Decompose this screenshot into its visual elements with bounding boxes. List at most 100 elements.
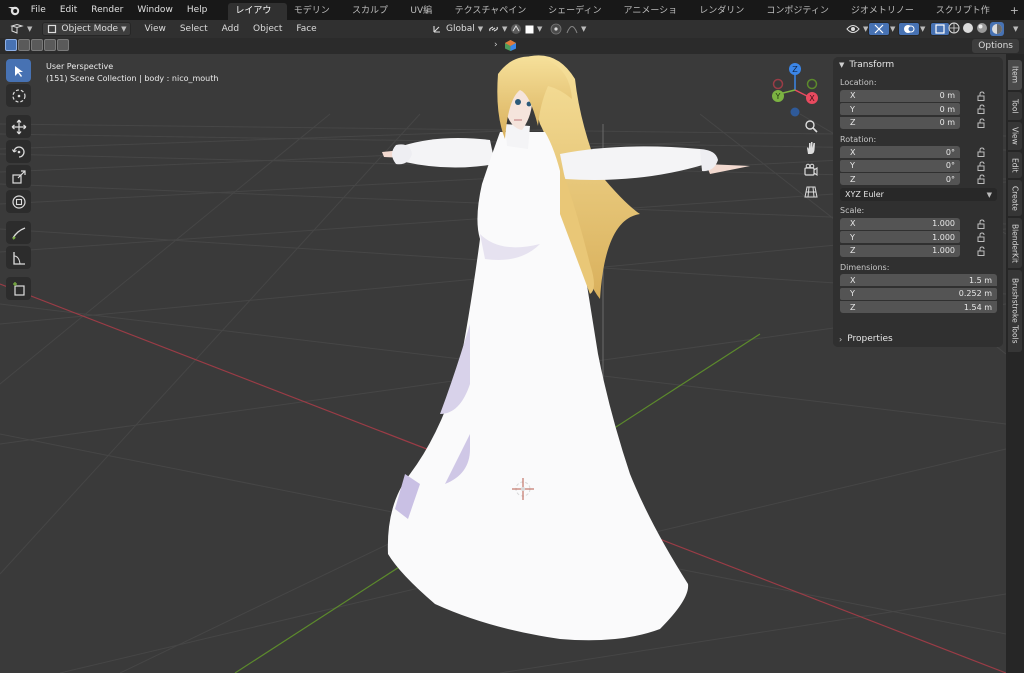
material-shading-icon[interactable] [976,22,988,34]
chevron-down-icon[interactable]: ▼ [1013,25,1018,33]
tab-edit[interactable]: Edit [1008,152,1022,178]
3d-viewport[interactable]: User Perspective (151) Scene Collection … [0,54,1006,673]
solid-shading-icon[interactable] [962,22,974,34]
properties-panel-header[interactable]: › Properties [833,331,1003,347]
orthographic-toggle[interactable] [800,183,822,201]
proportional-editing-toggle[interactable]: ▼ [546,22,590,36]
workspace-tab-sculpt[interactable]: スカルプト [345,3,403,33]
select-subtract-icon[interactable] [31,39,43,51]
unlock-icon[interactable] [977,161,987,171]
menu-add[interactable]: Add [215,24,246,34]
unlock-icon[interactable] [977,91,987,101]
camera-view-button[interactable] [800,161,822,179]
location-z-field[interactable]: Z 0 m [840,116,960,129]
gizmo-y-label: Y [775,92,781,101]
unlock-icon[interactable] [977,219,987,229]
menu-face[interactable]: Face [289,24,323,34]
unlock-icon[interactable] [977,104,987,115]
rotation-x-field[interactable]: X 0° [840,146,960,159]
scale-y-field[interactable]: Y 1.000 [840,231,960,244]
select-box-tool[interactable] [6,59,31,82]
workspace-tab-animation[interactable]: アニメーション [617,3,693,33]
workspace-tab-rendering[interactable]: レンダリング [692,3,759,33]
select-extend-icon[interactable] [18,39,30,51]
location-y-field[interactable]: Y 0 m [840,103,960,116]
add-cube-tool[interactable] [6,277,31,300]
workspace-tab-geometry-nodes[interactable]: ジオメトリノード [844,3,929,33]
select-intersect-icon[interactable] [57,39,69,51]
xray-toggle[interactable] [930,22,950,36]
workspace-tab-modeling[interactable]: モデリング [287,3,345,33]
menu-render[interactable]: Render [84,0,130,20]
tab-create[interactable]: Create [1008,180,1022,216]
snap-toggle[interactable]: ▼ [506,22,546,36]
chevron-down-icon[interactable]: ▼ [920,25,925,33]
scale-x-field[interactable]: X 1.000 [840,217,960,230]
workspace-tab-layout[interactable]: レイアウト [228,3,287,33]
dimensions-y-field[interactable]: Y 0.252 m [840,287,997,300]
unlock-icon[interactable] [977,232,987,243]
grid-icon [804,186,818,198]
move-tool[interactable] [6,115,31,138]
unlock-icon[interactable] [977,118,987,128]
workspace-tab-shading[interactable]: シェーディング [541,3,616,33]
annotate-tool[interactable] [6,221,31,244]
gizmo-toggle[interactable] [868,22,890,36]
tab-item[interactable]: Item [1008,60,1022,90]
axis-label: Y [850,104,855,114]
menu-file[interactable]: File [24,0,53,20]
field-value: 1.54 m [963,302,992,312]
workspace-tab-scripting[interactable]: スクリプト作成 [929,3,1005,33]
rotation-y-field[interactable]: Y 0° [840,159,960,172]
wireframe-shading-icon[interactable] [948,22,960,34]
unlock-icon[interactable] [977,246,987,256]
add-workspace-button[interactable]: + [1005,4,1024,17]
unlock-icon[interactable] [977,174,987,185]
transform-tool[interactable] [6,190,31,213]
tab-tool[interactable]: Tool [1008,92,1022,120]
menu-select[interactable]: Select [173,24,215,34]
menu-help[interactable]: Help [180,0,215,20]
neg-y-axis-icon[interactable] [806,78,818,90]
dimensions-z-field[interactable]: Z 1.54 m [840,301,997,314]
workspace-tab-compositing[interactable]: コンポジティング [759,3,843,33]
rotation-z-field[interactable]: Z 0° [840,173,960,186]
neg-x-axis-icon[interactable] [772,78,784,90]
menu-view[interactable]: View [137,24,172,34]
chevron-down-icon[interactable]: ▼ [890,25,895,33]
left-arm [402,138,495,168]
tab-brushstroke-tools[interactable]: Brushstroke Tools [1008,270,1022,352]
chevron-right-icon[interactable]: › [494,40,498,50]
scale-tool[interactable] [6,165,31,188]
blender-logo-icon[interactable] [4,0,24,20]
options-dropdown[interactable]: Options [972,39,1019,53]
menu-edit[interactable]: Edit [53,0,84,20]
menu-window[interactable]: Window [130,0,180,20]
transform-orientation-dropdown[interactable]: Global ▼ [428,22,487,36]
dimensions-x-field[interactable]: X 1.5 m [840,274,997,287]
transform-panel-header[interactable]: ▼ Transform [833,57,1003,73]
tab-view[interactable]: View [1008,122,1022,150]
scale-z-field[interactable]: Z 1.000 [840,244,960,257]
pan-button[interactable] [800,139,822,157]
select-new-icon[interactable] [5,39,17,51]
unlock-icon[interactable] [977,147,987,158]
rendered-shading-icon[interactable] [990,22,1004,36]
location-x-field[interactable]: X 0 m [840,89,960,102]
overlays-toggle[interactable] [898,22,920,36]
neg-z-axis-icon[interactable] [790,107,800,117]
menu-object[interactable]: Object [246,24,289,34]
mode-selector[interactable]: Object Mode ▼ [42,22,132,36]
select-difference-icon[interactable] [44,39,56,51]
rotation-mode-dropdown[interactable]: XYZ Euler ▼ [840,188,997,201]
editor-type-button[interactable]: ▼ [6,22,36,36]
workspace-tab-uv-editing[interactable]: UV編集 [403,3,447,33]
measure-tool[interactable] [6,246,31,269]
cursor-tool[interactable] [6,84,31,107]
object-data-icon[interactable] [504,39,517,52]
rotate-tool[interactable] [6,140,31,163]
workspace-tab-texture-paint[interactable]: テクスチャペイント [448,3,541,33]
tab-blenderkit[interactable]: BlenderKit [1008,218,1022,268]
zoom-button[interactable] [800,117,822,135]
navigation-gizmo[interactable]: Z X Y [766,60,824,120]
